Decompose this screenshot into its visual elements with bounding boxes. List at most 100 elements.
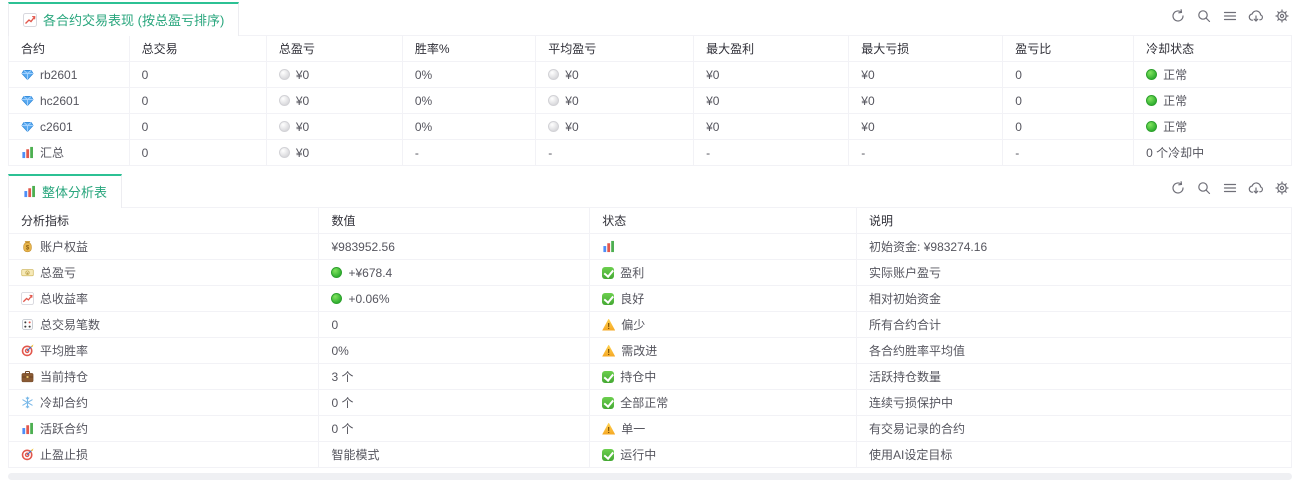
col-max-profit: 最大盈利 <box>694 36 849 62</box>
table-row: 活跃合约 0 个 单一 有交易记录的合约 <box>9 416 1292 442</box>
contracts-tabbar: 各合约交易表现 (按总盈亏排序) <box>8 0 1292 36</box>
analysis-table: 分析指标 数值 状态 说明 $账户权益 ¥983952.56 初始资金: ¥98… <box>8 207 1292 468</box>
check-icon <box>602 449 614 461</box>
gray-circle-icon <box>279 95 290 106</box>
search-icon[interactable] <box>1196 8 1212 24</box>
analysis-tabbar: 整体分析表 <box>8 172 1292 208</box>
avg-pnl-value: ¥0 <box>565 120 578 134</box>
warning-icon <box>602 423 615 435</box>
description-cell: 有交易记录的合约 <box>857 416 1292 442</box>
avg-pnl-cell: - <box>536 140 694 166</box>
table-row: 冷却合约 0 个 全部正常 连续亏损保护中 <box>9 390 1292 416</box>
gray-circle-icon <box>279 147 290 158</box>
value-cell: 0 个 <box>319 390 590 416</box>
contract-name: hc2601 <box>40 94 79 108</box>
table-row: 总交易笔数 0 偏少 所有合约合计 <box>9 312 1292 338</box>
description-cell: 相对初始资金 <box>857 286 1292 312</box>
col-total-trades: 总交易 <box>129 36 266 62</box>
total-trades-cell: 0 <box>129 88 266 114</box>
cloud-download-icon[interactable] <box>1248 8 1264 24</box>
table-row: 当前持仓 3 个 持仓中 活跃持仓数量 <box>9 364 1292 390</box>
total-pnl-value: ¥0 <box>296 120 309 134</box>
total-pnl-value: ¥0 <box>296 68 309 82</box>
refresh-icon[interactable] <box>1170 180 1186 196</box>
briefcase-icon <box>21 370 34 383</box>
col-pnl-ratio: 盈亏比 <box>1003 36 1134 62</box>
contract-name: c2601 <box>40 120 73 134</box>
status-text: 全部正常 <box>620 394 668 411</box>
warning-icon <box>602 319 615 331</box>
description-cell: 初始资金: ¥983274.16 <box>857 234 1292 260</box>
tab-overall-analysis[interactable]: 整体分析表 <box>8 174 122 208</box>
tab-contracts-performance[interactable]: 各合约交易表现 (按总盈亏排序) <box>8 2 239 36</box>
cloud-download-icon[interactable] <box>1248 180 1264 196</box>
search-icon[interactable] <box>1196 180 1212 196</box>
table-row-summary: 汇总 0 ¥0 - - - - - 0 个冷却中 <box>9 140 1292 166</box>
value-cell: 智能模式 <box>319 442 590 468</box>
total-pnl-value: ¥0 <box>296 94 309 108</box>
bottom-scrollbar-track[interactable] <box>8 473 1292 480</box>
description-cell: 活跃持仓数量 <box>857 364 1292 390</box>
col-indicator: 分析指标 <box>9 208 319 234</box>
indicator-name: 活跃合约 <box>40 420 88 437</box>
pnl-ratio-cell: 0 <box>1003 114 1134 140</box>
table-row: c2601 0 ¥0 0% ¥0 ¥0 ¥0 0 正常 <box>9 114 1292 140</box>
winrate-cell: 0% <box>402 88 535 114</box>
gray-circle-icon <box>279 121 290 132</box>
analysis-header-row: 分析指标 数值 状态 说明 <box>9 208 1292 234</box>
status-text: 需改进 <box>621 342 657 359</box>
warning-icon <box>602 345 615 357</box>
total-trades-cell: 0 <box>129 114 266 140</box>
check-icon <box>602 371 614 383</box>
contract-name: rb2601 <box>40 68 77 82</box>
panel2-toolbar <box>1170 180 1290 196</box>
cooldown-status: 正常 <box>1163 92 1187 109</box>
value-cell: 0 <box>319 312 590 338</box>
overall-analysis-panel: 整体分析表 分析指标 数值 状态 说明 $账户权益 ¥983952.56 <box>8 172 1292 468</box>
winrate-cell: - <box>402 140 535 166</box>
value-text: +0.06% <box>348 292 389 306</box>
status-text: 持仓中 <box>620 368 656 385</box>
col-contract: 合约 <box>9 36 130 62</box>
snowflake-icon <box>21 396 34 409</box>
col-value: 数值 <box>319 208 590 234</box>
gem-icon <box>21 120 34 133</box>
value-text: +¥678.4 <box>348 266 392 280</box>
col-description: 说明 <box>857 208 1292 234</box>
pnl-ratio-cell: 0 <box>1003 88 1134 114</box>
indicator-name: 当前持仓 <box>40 368 88 385</box>
value-cell: 3 个 <box>319 364 590 390</box>
contracts-header-row: 合约 总交易 总盈亏 胜率% 平均盈亏 最大盈利 最大亏损 盈亏比 冷却状态 <box>9 36 1292 62</box>
settings-icon[interactable] <box>1274 180 1290 196</box>
max-loss-cell: - <box>849 140 1003 166</box>
settings-icon[interactable] <box>1274 8 1290 24</box>
green-circle-icon <box>1146 95 1157 106</box>
table-row: 平均胜率 0% 需改进 各合约胜率平均值 <box>9 338 1292 364</box>
target-icon <box>21 344 34 357</box>
tab-label: 整体分析表 <box>42 182 107 201</box>
max-profit-cell: - <box>694 140 849 166</box>
pnl-ratio-cell: - <box>1003 140 1134 166</box>
gray-circle-icon <box>279 69 290 80</box>
chart-up-icon <box>21 292 34 305</box>
green-circle-icon <box>1146 121 1157 132</box>
winrate-cell: 0% <box>402 62 535 88</box>
indicator-name: 账户权益 <box>40 238 88 255</box>
status-text: 良好 <box>620 290 644 307</box>
indicator-name: 总收益率 <box>40 290 88 307</box>
col-total-pnl: 总盈亏 <box>266 36 402 62</box>
avg-pnl-value: ¥0 <box>565 68 578 82</box>
total-trades-cell: 0 <box>129 62 266 88</box>
indicator-name: 总盈亏 <box>40 264 76 281</box>
gray-circle-icon <box>548 121 559 132</box>
winrate-cell: 0% <box>402 114 535 140</box>
green-circle-icon <box>331 293 342 304</box>
gem-icon <box>21 94 34 107</box>
refresh-icon[interactable] <box>1170 8 1186 24</box>
pnl-ratio-cell: 0 <box>1003 62 1134 88</box>
menu-icon[interactable] <box>1222 8 1238 24</box>
max-loss-cell: ¥0 <box>849 88 1003 114</box>
indicator-name: 平均胜率 <box>40 342 88 359</box>
description-cell: 实际账户盈亏 <box>857 260 1292 286</box>
menu-icon[interactable] <box>1222 180 1238 196</box>
